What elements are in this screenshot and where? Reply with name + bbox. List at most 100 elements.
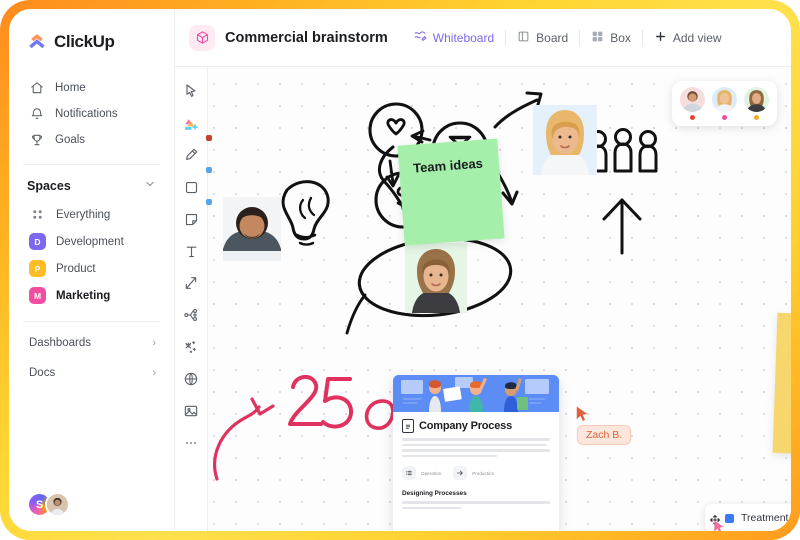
space-badge-marketing: M [29,287,46,304]
cursor-label-zach: Zach B. [577,425,632,445]
app-window-frame: ClickUp Home Notifications Goals Spaces … [0,0,800,540]
cube-icon [189,24,215,51]
marker-color-blue-2[interactable] [206,199,212,205]
sidebar-item-label: Home [55,82,86,94]
sticky-note-text: Rough mockup [790,329,791,347]
document-card-body: Company Process Operation Production Des… [393,412,559,509]
tab-whiteboard[interactable]: Whiteboard [402,23,505,53]
chevron-right-icon: › [152,337,156,349]
photo-woman-2[interactable] [405,243,467,313]
connector-tool[interactable] [181,273,201,293]
brand-logo[interactable]: ClickUp [9,27,174,57]
board-icon [517,30,530,46]
globe-tool[interactable] [181,369,201,389]
tab-box[interactable]: Box [580,23,642,53]
home-icon [29,81,44,96]
avatar [712,87,737,112]
sidebar-item-goals[interactable]: Goals [9,127,174,153]
grid-dots-icon [29,206,46,223]
sticky-note-rough-mockup[interactable]: Rough mockup [772,312,791,458]
collaborator-avatar-2[interactable] [712,87,737,120]
chevron-down-icon[interactable] [144,177,156,195]
move-handle-icon[interactable] [709,513,721,531]
chip-production[interactable]: Production [453,466,494,480]
sidebar-item-marketing[interactable]: M Marketing [9,282,174,309]
space-label: Marketing [56,289,111,302]
curved-arrow-sketch [213,405,261,481]
document-card-paragraph-2 [402,501,550,509]
document-card-subheading: Designing Processes [402,490,467,497]
chevron-right-icon: › [152,367,156,379]
sidebar-item-label: Notifications [55,108,118,120]
select-cursor-tool[interactable] [181,81,201,101]
magic-wand-tool[interactable] [181,337,201,357]
zach-cursor-icon [576,406,588,422]
presence-dot [722,115,727,120]
presence-dot [754,115,759,120]
sidebar-item-product[interactable]: P Product [9,255,174,282]
sidebar-item-home[interactable]: Home [9,75,174,101]
chip-label: Operation [421,470,442,476]
space-label: Development [56,235,124,248]
bell-icon [29,107,44,122]
sidebar-footer-nav: Dashboards › Docs › [9,328,174,388]
add-view-button[interactable]: Add view [643,23,733,53]
whiteboard-icon [413,29,427,46]
marker-color-red[interactable] [206,135,212,141]
task-card-label: Treatment [741,512,789,524]
sidebar-item-docs[interactable]: Docs › [9,358,174,388]
spaces-list: Everything D Development P Product M Mar… [9,201,174,309]
photo-man-1[interactable] [223,197,281,261]
document-card-chips: Operation Production [402,466,550,480]
spaces-title: Spaces [27,179,71,193]
sidebar-user-avatars[interactable]: S [27,492,70,517]
more-tools-button[interactable] [181,433,201,453]
document-card-paragraph [402,438,550,457]
tab-board[interactable]: Board [506,23,579,53]
list-icon [402,466,416,480]
rectangle-tool[interactable] [181,177,212,205]
sticky-note-text: Team ideas [412,155,484,176]
sidebar-divider-2 [23,321,160,322]
image-tool[interactable] [181,401,201,421]
tab-label: Whiteboard [432,30,495,45]
clickup-logo-icon [27,32,47,52]
pen-tool[interactable] [181,145,212,173]
tab-label: Board [536,30,569,45]
shapes-add-tool[interactable] [181,113,212,141]
sidebar: ClickUp Home Notifications Goals Spaces … [9,9,175,531]
mindmap-tool[interactable] [181,305,201,325]
collaborator-avatar-3[interactable] [744,87,769,120]
marker-color-blue-1[interactable] [206,167,212,173]
plus-icon [654,30,667,46]
collaborator-avatar-1[interactable] [680,87,705,120]
spaces-section-header[interactable]: Spaces [9,171,174,201]
people-group-sketch [588,128,658,173]
presence-dot [690,115,695,120]
sidebar-divider [23,164,160,165]
space-badge-development: D [29,233,46,250]
document-card-title-row: Company Process [402,419,550,433]
up-arrow-sketch [602,198,642,255]
sidebar-item-label: Dashboards [29,337,92,349]
whiteboard-canvas[interactable]: Team ideas Rough mockup [175,67,791,531]
document-card-company-process[interactable]: Company Process Operation Production Des… [393,375,559,531]
text-tool[interactable] [181,241,201,261]
sidebar-item-development[interactable]: D Development [9,228,174,255]
arrow-right-icon [453,466,468,480]
avatar [744,87,769,112]
main-area: Commercial brainstorm Whiteboard Board B… [175,9,791,531]
collaborators-pill [672,81,777,126]
sidebar-item-label: Goals [55,134,86,146]
sticky-note-team-ideas[interactable]: Team ideas [397,138,505,246]
sidebar-item-notifications[interactable]: Notifications [9,101,174,127]
chip-operation[interactable]: Operation [402,466,441,480]
space-label: Product [56,262,96,275]
page-title: Commercial brainstorm [225,29,388,46]
sidebar-item-everything[interactable]: Everything [9,201,174,228]
photo-woman-1[interactable] [533,105,597,175]
sidebar-item-dashboards[interactable]: Dashboards › [9,328,174,358]
sticky-note-tool[interactable] [181,209,201,229]
space-badge-product: P [29,260,46,277]
task-card-treatment[interactable]: Treatment [705,504,791,531]
